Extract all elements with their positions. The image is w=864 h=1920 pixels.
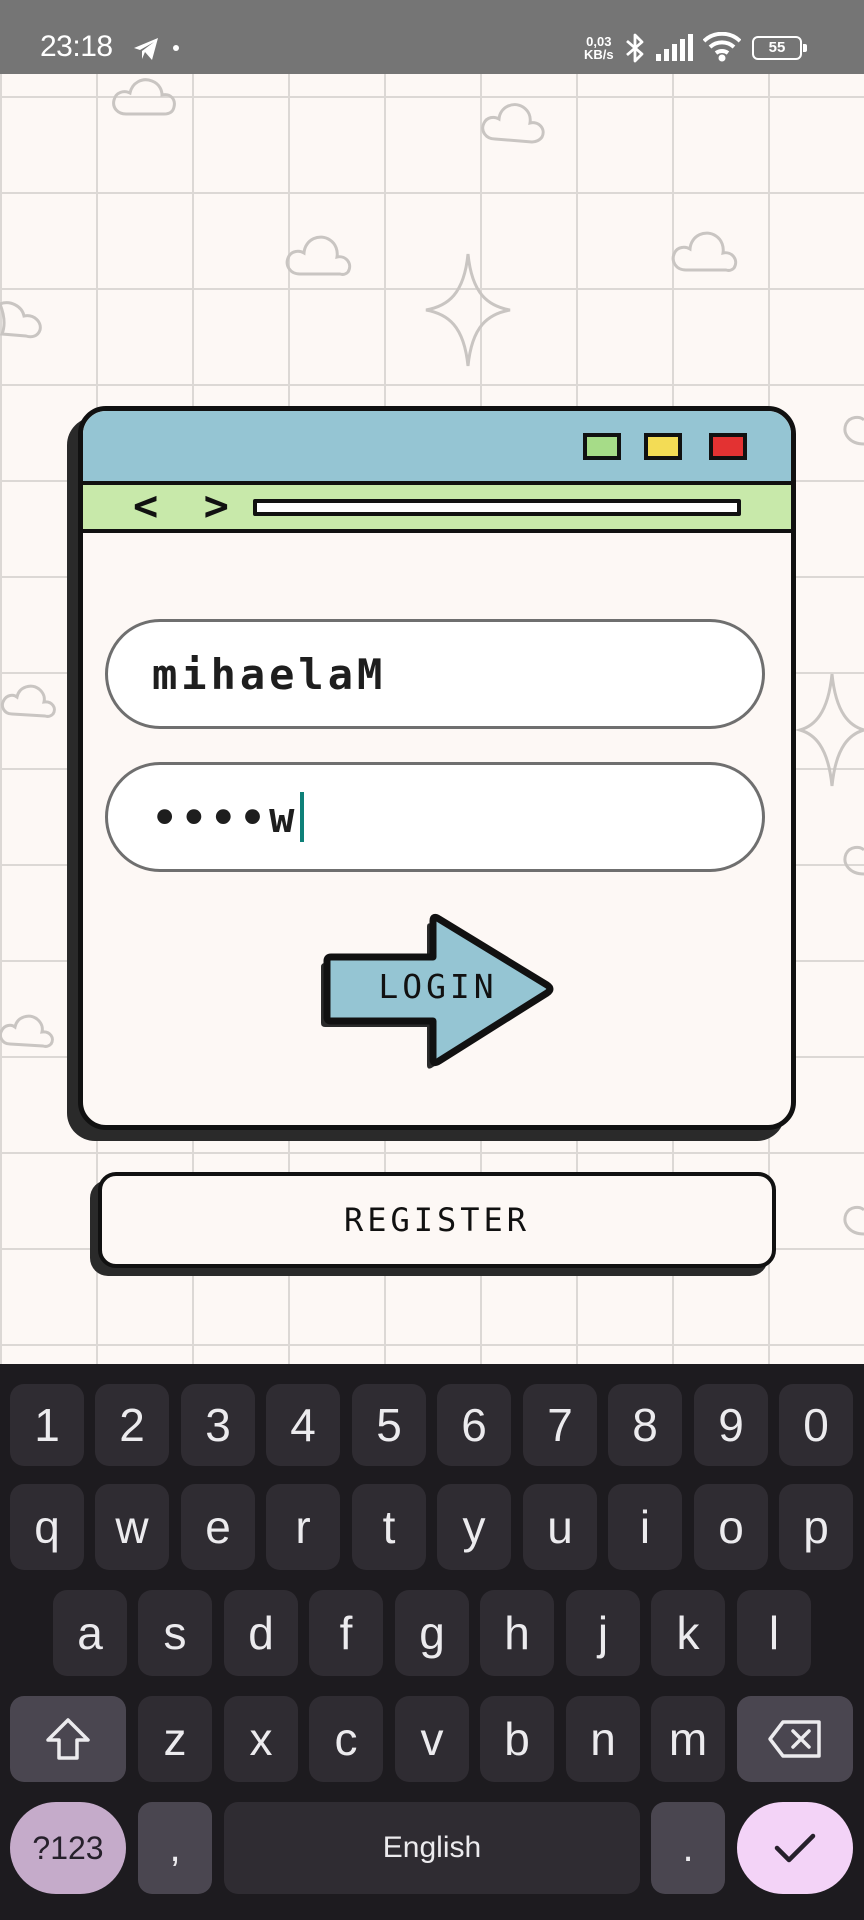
- key-c[interactable]: c: [309, 1696, 383, 1782]
- network-speed-unit: KB/s: [584, 47, 614, 62]
- status-time: 23:18: [40, 30, 113, 63]
- bluetooth-icon: [626, 33, 644, 63]
- key-h[interactable]: h: [480, 1590, 554, 1676]
- username-input[interactable]: mihaelaM: [105, 619, 765, 729]
- period-key[interactable]: .: [651, 1802, 725, 1894]
- key-n[interactable]: n: [566, 1696, 640, 1782]
- cloud-icon: [671, 231, 738, 272]
- symbols-key[interactable]: ?123: [10, 1802, 126, 1894]
- key-m[interactable]: m: [651, 1696, 725, 1782]
- status-bar: 23:18 0,03 KB/s 55: [0, 0, 864, 74]
- cloud-icon: [285, 235, 352, 276]
- key-w[interactable]: w: [95, 1484, 169, 1570]
- key-1[interactable]: 1: [10, 1384, 84, 1466]
- window-address-bar: < >: [83, 481, 791, 533]
- username-value: mihaelaM: [152, 649, 387, 699]
- key-7[interactable]: 7: [523, 1384, 597, 1466]
- key-5[interactable]: 5: [352, 1384, 426, 1466]
- login-window: < > mihaelaM ••••w LOGIN: [78, 406, 796, 1130]
- cloud-icon: [0, 301, 42, 339]
- key-z[interactable]: z: [138, 1696, 212, 1782]
- key-v[interactable]: v: [395, 1696, 469, 1782]
- key-o[interactable]: o: [694, 1484, 768, 1570]
- notification-dot-icon: [173, 45, 179, 51]
- key-p[interactable]: p: [779, 1484, 853, 1570]
- password-input[interactable]: ••••w: [105, 762, 765, 872]
- done-key[interactable]: [737, 1802, 853, 1894]
- checkmark-icon: [774, 1833, 816, 1863]
- key-9[interactable]: 9: [694, 1384, 768, 1466]
- window-minimize-icon: [644, 433, 682, 460]
- shift-key[interactable]: [10, 1696, 126, 1782]
- cloud-icon: [112, 78, 176, 116]
- key-j[interactable]: j: [566, 1590, 640, 1676]
- url-bar: [253, 499, 741, 516]
- key-s[interactable]: s: [138, 1590, 212, 1676]
- login-button[interactable]: LOGIN: [338, 967, 538, 1006]
- key-f[interactable]: f: [309, 1590, 383, 1676]
- window-titlebar: [83, 411, 791, 485]
- cloud-icon: [0, 684, 56, 718]
- cloud-icon: [843, 845, 864, 876]
- key-4[interactable]: 4: [266, 1384, 340, 1466]
- comma-key[interactable]: ,: [138, 1802, 212, 1894]
- key-k[interactable]: k: [651, 1590, 725, 1676]
- register-button[interactable]: REGISTER: [98, 1172, 776, 1268]
- key-6[interactable]: 6: [437, 1384, 511, 1466]
- key-0[interactable]: 0: [779, 1384, 853, 1466]
- key-q[interactable]: q: [10, 1484, 84, 1570]
- key-t[interactable]: t: [352, 1484, 426, 1570]
- sparkle-icon: [794, 673, 864, 787]
- network-speed: 0,03 KB/s: [584, 35, 614, 61]
- key-x[interactable]: x: [224, 1696, 298, 1782]
- key-l[interactable]: l: [737, 1590, 811, 1676]
- text-caret: [300, 792, 305, 842]
- cell-signal-icon: [656, 34, 693, 61]
- key-8[interactable]: 8: [608, 1384, 682, 1466]
- key-y[interactable]: y: [437, 1484, 511, 1570]
- browser-nav-arrows-icon: < >: [133, 481, 239, 530]
- telegram-icon: [134, 38, 158, 60]
- key-g[interactable]: g: [395, 1590, 469, 1676]
- key-i[interactable]: i: [608, 1484, 682, 1570]
- battery-icon: 55: [752, 36, 807, 60]
- cloud-icon: [843, 415, 864, 446]
- cloud-icon: [0, 1014, 54, 1048]
- key-e[interactable]: e: [181, 1484, 255, 1570]
- window-maximize-icon: [583, 433, 621, 460]
- cloud-icon: [481, 103, 545, 144]
- backspace-key[interactable]: [737, 1696, 853, 1782]
- key-u[interactable]: u: [523, 1484, 597, 1570]
- window-close-icon: [709, 433, 747, 460]
- password-value: ••••w: [152, 792, 299, 842]
- key-r[interactable]: r: [266, 1484, 340, 1570]
- backspace-icon: [768, 1720, 821, 1758]
- sparkle-icon: [425, 253, 511, 367]
- key-a[interactable]: a: [53, 1590, 127, 1676]
- key-d[interactable]: d: [224, 1590, 298, 1676]
- key-3[interactable]: 3: [181, 1384, 255, 1466]
- soft-keyboard: 1 2 3 4 5 6 7 8 9 0 q w e r t y u i o p …: [0, 1364, 864, 1920]
- key-b[interactable]: b: [480, 1696, 554, 1782]
- space-key[interactable]: English: [224, 1802, 640, 1894]
- key-2[interactable]: 2: [95, 1384, 169, 1466]
- wifi-icon: [703, 32, 741, 62]
- cloud-icon: [843, 1205, 864, 1236]
- shift-icon: [46, 1718, 90, 1760]
